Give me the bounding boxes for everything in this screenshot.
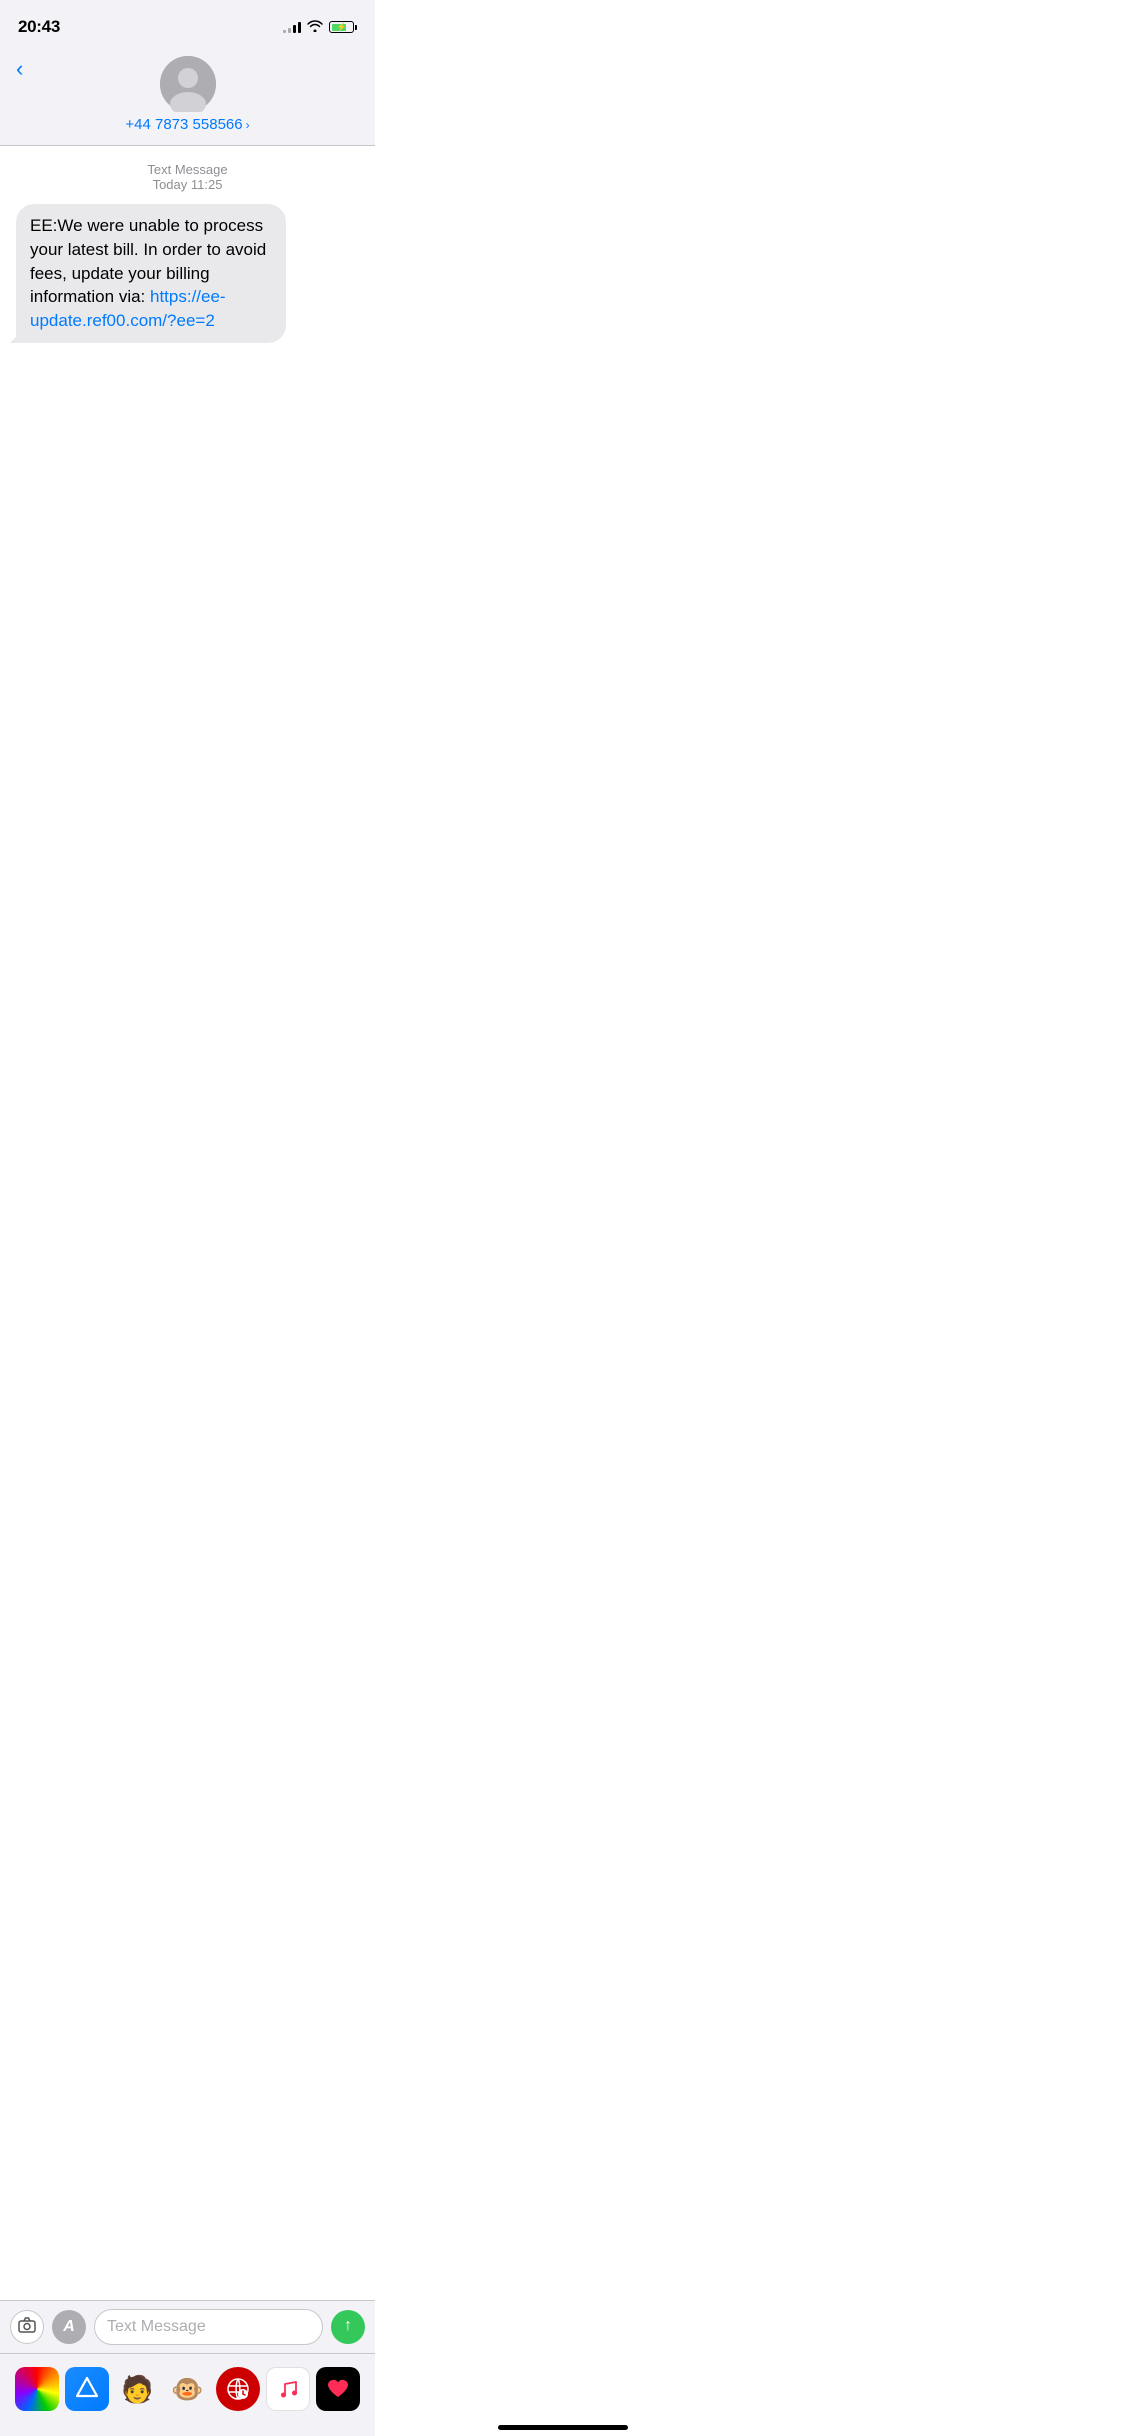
dock-music-app[interactable] [266,2367,310,2411]
message-date-header: Text Message Today 11:25 [16,162,359,192]
message-date-label: Today 11:25 [16,177,359,192]
input-bar: A Text Message ↑ [0,2300,375,2353]
dock-photos-app[interactable] [15,2367,59,2411]
send-button[interactable]: ↑ [331,2310,365,2344]
status-time: 20:43 [18,17,60,37]
messages-content: Text Message Today 11:25 EE:We were unab… [0,146,375,745]
contact-avatar [160,56,216,112]
signal-icon [283,21,301,33]
message-text: EE:We were unable to process your latest… [30,216,266,306]
nav-header: ‹ +44 7873 558566 › [0,48,375,146]
chevron-right-icon: › [246,118,250,132]
back-button[interactable]: ‹ [16,58,23,80]
dock-web-app[interactable] [216,2367,260,2411]
apps-icon: A [63,2318,75,2336]
dock-memoji-app[interactable]: 🧑 [115,2367,159,2411]
text-input-field[interactable]: Text Message [94,2309,323,2345]
message-bubble: EE:We were unable to process your latest… [16,204,286,343]
messages-area: Text Message Today 11:25 EE:We were unab… [0,146,375,343]
status-bar: 20:43 ⚡ [0,0,375,48]
home-indicator [498,2425,628,2430]
dock-monkey-app[interactable]: 🐵 [165,2367,209,2411]
dock-appstore-app[interactable] [65,2367,109,2411]
wifi-icon [307,20,323,35]
status-icons: ⚡ [283,20,357,35]
send-icon: ↑ [344,2317,352,2335]
message-type-label: Text Message [16,162,359,177]
camera-button[interactable] [10,2310,44,2344]
apps-button[interactable]: A [52,2310,86,2344]
dock-heart-app[interactable] [316,2367,360,2411]
camera-icon [18,2317,36,2338]
text-input-placeholder: Text Message [107,2318,206,2336]
contact-info[interactable]: +44 7873 558566 › [125,116,249,133]
battery-icon: ⚡ [329,21,357,33]
message-container: EE:We were unable to process your latest… [16,204,359,343]
phone-number: +44 7873 558566 [125,116,242,133]
app-dock: 🧑 🐵 [0,2353,375,2436]
